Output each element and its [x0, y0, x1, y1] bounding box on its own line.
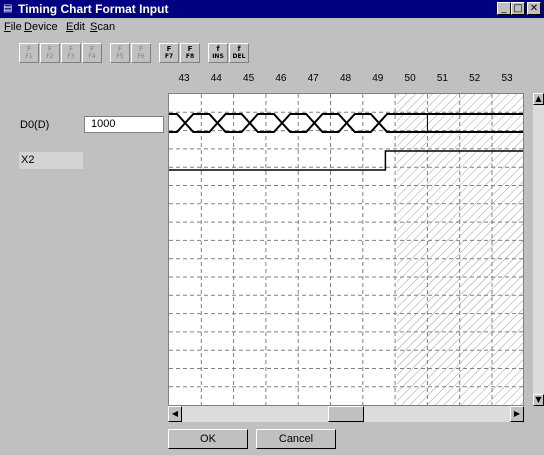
- ruler-tick-label: 45: [243, 73, 255, 84]
- toolbar-button-label: F3: [67, 53, 75, 60]
- title-bar: ▤ Timing Chart Format Input _ □ ✕: [0, 0, 544, 18]
- timing-chart-svg: [169, 94, 523, 405]
- scroll-thumb[interactable]: [328, 406, 364, 422]
- toolbar-button-label: F6: [137, 53, 145, 60]
- ruler-tick-label: 43: [178, 73, 190, 84]
- toolbar-button-label: F5: [116, 53, 124, 60]
- menu-file[interactable]: File: [4, 21, 22, 33]
- ruler-tick-label: 52: [469, 73, 481, 84]
- toolbar-button-glyph: F: [68, 45, 74, 53]
- cancel-button[interactable]: Cancel: [256, 429, 336, 449]
- toolbar-button-label: F8: [185, 53, 195, 60]
- maximize-icon[interactable]: □: [511, 2, 525, 15]
- scroll-down-icon[interactable]: ▼: [533, 394, 544, 406]
- scroll-up-icon[interactable]: ▲: [533, 93, 544, 105]
- scroll-right-icon[interactable]: ▶: [510, 406, 524, 422]
- toolbar-button-glyph: f: [237, 45, 241, 53]
- app-icon: ▤: [3, 3, 13, 14]
- ok-button[interactable]: OK: [168, 429, 248, 449]
- toolbar-button-glyph: F: [47, 45, 53, 53]
- menu-device[interactable]: Device: [24, 21, 58, 33]
- toolbar-button-label: F4: [88, 53, 96, 60]
- toolbar-button-f6[interactable]: F F6: [131, 43, 151, 63]
- toolbar-button-glyph: F: [89, 45, 95, 53]
- window-title: Timing Chart Format Input: [18, 2, 169, 16]
- future-hatch: [397, 94, 523, 405]
- device-value-d0[interactable]: 1000: [84, 116, 164, 133]
- toolbar-button-del[interactable]: f DEL: [229, 43, 249, 63]
- toolbar-button-f1[interactable]: F F1: [19, 43, 39, 63]
- toolbar-button-glyph: f: [216, 45, 220, 53]
- toolbar-button-f4[interactable]: F F4: [82, 43, 102, 63]
- ruler-tick-label: 51: [436, 73, 448, 84]
- toolbar-button-f7[interactable]: F F7: [159, 43, 179, 63]
- device-label-x2: X2: [21, 154, 35, 166]
- ruler-tick-label: 48: [339, 73, 352, 84]
- ruler-tick-label: 53: [501, 73, 513, 84]
- scroll-left-icon[interactable]: ◀: [168, 406, 182, 422]
- toolbar-button-f2[interactable]: F F2: [40, 43, 60, 63]
- vertical-scrollbar[interactable]: ▲ ▼: [533, 93, 544, 406]
- menu-scan[interactable]: Scan: [90, 21, 115, 33]
- horizontal-scrollbar[interactable]: ◀ ▶: [168, 406, 524, 422]
- timing-chart[interactable]: [168, 93, 524, 406]
- ruler-tick-label: 44: [210, 73, 222, 84]
- signal-d0-bus: [169, 113, 396, 133]
- menu-bar: File Device Edit Scan: [0, 19, 544, 37]
- toolbar-button-label: F2: [46, 53, 54, 60]
- ruler-tick-label: 49: [372, 73, 384, 84]
- toolbar-button-f5[interactable]: F F5: [110, 43, 130, 63]
- menu-edit[interactable]: Edit: [66, 21, 85, 33]
- ruler-tick-label: 46: [275, 73, 287, 84]
- toolbar-button-glyph: F: [117, 45, 123, 53]
- toolbar-button-f8[interactable]: F F8: [180, 43, 200, 63]
- toolbar-button-label: DEL: [232, 53, 246, 60]
- device-label-d0: D0(D): [20, 119, 50, 131]
- ruler-tick-label: 47: [307, 73, 319, 84]
- toolbar-button-f3[interactable]: F F3: [61, 43, 81, 63]
- minimize-icon[interactable]: _: [497, 2, 511, 15]
- ruler-tick-label: 50: [404, 73, 416, 84]
- toolbar-button-glyph: F: [166, 45, 172, 53]
- toolbar-button-glyph: F: [26, 45, 32, 53]
- toolbar-button-label: INS: [212, 53, 224, 60]
- close-icon[interactable]: ✕: [527, 2, 541, 15]
- toolbar-button-label: F1: [25, 53, 33, 60]
- toolbar: F F1 F F2 F F3 F F4 F F5 F F6 F F7 F F8 f INS f DEL: [0, 40, 544, 66]
- toolbar-button-glyph: F: [138, 45, 144, 53]
- toolbar-button-label: F7: [164, 53, 174, 60]
- toolbar-button-ins[interactable]: f INS: [208, 43, 228, 63]
- toolbar-button-glyph: F: [187, 45, 193, 53]
